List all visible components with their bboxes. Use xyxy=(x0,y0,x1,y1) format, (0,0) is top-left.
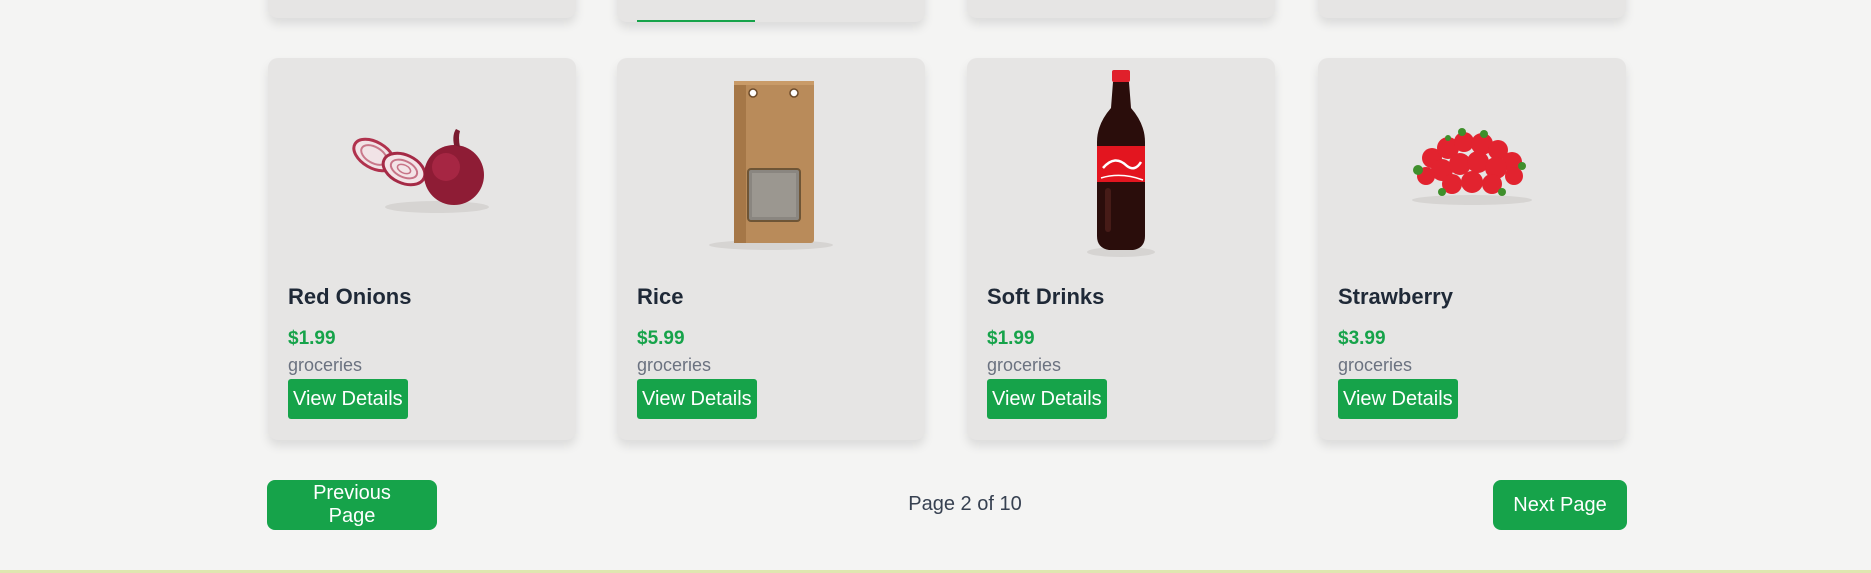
view-details-button[interactable]: View Details xyxy=(288,379,408,419)
product-card xyxy=(967,0,1275,18)
soda-bottle-icon xyxy=(1087,70,1155,257)
product-name: Strawberry xyxy=(1338,284,1453,309)
view-details-button[interactable] xyxy=(637,20,755,22)
product-card-strawberry: Strawberry $3.99 groceries View Details xyxy=(1318,58,1626,440)
product-price: $3.99 xyxy=(1338,328,1386,349)
product-category: groceries xyxy=(637,355,712,375)
product-card xyxy=(268,0,576,18)
view-details-button[interactable]: View Details xyxy=(987,379,1107,419)
product-grid: Red Onions $1.99 groceries View Details xyxy=(268,58,1627,440)
rice-bag-icon xyxy=(709,81,833,250)
page-indicator: Page 2 of 10 xyxy=(908,493,1022,515)
product-card-red-onions: Red Onions $1.99 groceries View Details xyxy=(268,58,576,440)
previous-product-row xyxy=(268,0,1627,22)
strawberry-icon xyxy=(1412,128,1532,205)
view-details-button[interactable]: View Details xyxy=(1338,379,1458,419)
product-category: groceries xyxy=(1338,355,1413,375)
product-card xyxy=(1318,0,1626,18)
product-price: $1.99 xyxy=(987,328,1035,349)
product-price: $1.99 xyxy=(288,328,336,349)
product-price: $5.99 xyxy=(637,328,685,349)
product-listing-page: Red Onions $1.99 groceries View Details xyxy=(0,0,1871,573)
product-image xyxy=(637,68,905,258)
product-image xyxy=(288,68,556,258)
product-name: Soft Drinks xyxy=(987,284,1105,309)
product-name: Rice xyxy=(637,284,684,309)
red-onion-icon xyxy=(352,129,489,213)
view-details-button[interactable]: View Details xyxy=(637,379,757,419)
product-card-soft-drinks: Soft Drinks $1.99 groceries View Details xyxy=(967,58,1275,440)
product-name: Red Onions xyxy=(288,284,412,309)
product-card xyxy=(617,0,925,22)
next-page-button[interactable]: Next Page xyxy=(1493,480,1627,530)
product-card-rice: Rice $5.99 groceries View Details xyxy=(617,58,925,440)
product-category: groceries xyxy=(987,355,1062,375)
product-image xyxy=(987,68,1255,258)
previous-page-button[interactable]: Previous Page xyxy=(267,480,437,530)
product-category: groceries xyxy=(288,355,363,375)
product-image xyxy=(1338,68,1606,258)
